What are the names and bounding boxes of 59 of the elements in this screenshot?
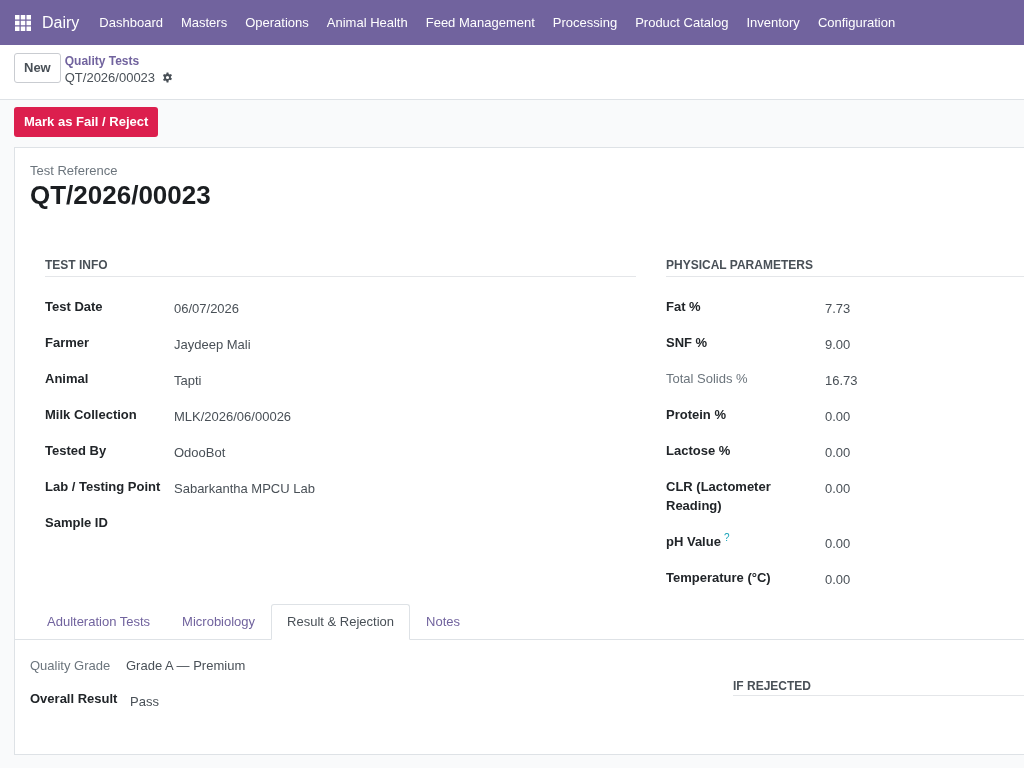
field-value: Grade A — Premium [126,657,247,675]
group-heading: TEST INFO [45,256,636,277]
record-title: QT/2026/00023 [30,179,212,212]
field-value: Pass [129,693,160,711]
field-label: Test Reference [30,163,119,179]
menu-link[interactable]: Dashboard [90,12,172,33]
field-value: 0.00 [825,571,852,589]
menu-link[interactable]: Feed Management [416,12,544,33]
field-value: Tapti [174,372,203,390]
breadcrumb-current: QT/2026/00023 [64,69,156,86]
field-value: 9.00 [825,336,852,354]
group-heading: PHYSICAL PARAMETERS [666,256,1024,277]
app-grid-icon[interactable] [15,14,31,31]
menu-link[interactable]: Masters [171,12,237,33]
field-value: Jaydeep Mali [174,336,252,354]
field-value: 0.00 [825,444,852,462]
new-button[interactable]: New [14,53,61,83]
reject-button[interactable]: Mark as Fail / Reject [14,107,159,137]
field-label: Test Date [45,298,104,316]
field-label: Tested By [45,442,108,460]
field-label: Lactose % [666,442,732,460]
menu-link[interactable]: Product Catalog [626,12,738,33]
tab[interactable]: Adulteration Tests [31,604,167,640]
field-label: Animal [45,370,90,388]
tab[interactable]: Microbiology [166,604,272,640]
menu-link[interactable]: Processing [543,12,627,33]
field-value: 06/07/2026 [174,300,241,318]
menu-link[interactable]: Animal Health [317,12,417,33]
tab[interactable]: Notes [410,604,476,640]
field-value: 0.00 [825,535,852,553]
field-label: pH Value [666,534,721,549]
field-label: Total Solids % [666,370,749,388]
field-label: CLR (Lactometer Reading) [666,478,772,515]
field-value: MLK/2026/06/00026 [174,408,293,426]
field-label: Protein % [666,406,727,424]
field-value: OdooBot [174,444,227,462]
gear-icon[interactable] [162,72,174,83]
help-mark[interactable]: ? [723,531,730,543]
field-label: Temperature (°C) [666,569,772,587]
field-value: 0.00 [825,408,852,426]
tab[interactable]: Result & Rejection [271,604,411,640]
menu-link[interactable]: Inventory [737,12,809,33]
field-value: 16.73 [825,372,859,390]
breadcrumb-link[interactable]: Quality Tests [64,53,174,69]
field-label: Fat % [666,298,702,316]
field-label: Farmer [45,334,91,352]
field-value: 7.73 [825,300,852,318]
field-label: Milk Collection [45,406,138,424]
menu-link[interactable]: Operations [236,12,318,33]
field-label: Quality Grade [30,657,112,675]
field-label: SNF % [666,334,709,352]
app-name-link[interactable]: Dairy [42,10,80,35]
field-value: 0.00 [825,480,852,498]
field-label: Lab / Testing Point [45,478,162,496]
menu-link[interactable]: Configuration [808,12,905,33]
field-value: Sabarkantha MPCU Lab [174,480,316,498]
field-label: Sample ID [45,514,109,532]
section-heading: IF REJECTED [733,677,1024,696]
field-label: Overall Result [30,690,119,708]
